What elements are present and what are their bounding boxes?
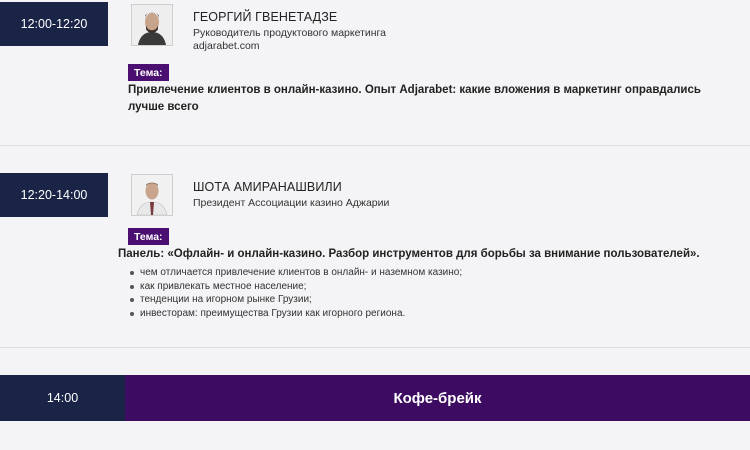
speaker-role: Президент Ассоциации казино Аджарии <box>193 197 390 209</box>
coffee-break-banner: Кофе-брейк <box>125 375 750 421</box>
list-item: как привлекать местное население; <box>130 280 462 294</box>
topic-bullet-list: чем отличается привлечение клиентов в он… <box>130 266 462 320</box>
topic-line: Привлечение клиентов в онлайн-казино. Оп… <box>128 84 701 96</box>
speaker-avatar <box>131 4 173 46</box>
divider <box>0 347 750 348</box>
avatar-photo-icon <box>132 175 172 215</box>
avatar-photo-icon <box>132 5 172 45</box>
session-time-badge: 12:20-14:00 <box>0 173 108 217</box>
topic-line: лучше всего <box>128 101 199 113</box>
list-item: чем отличается привлечение клиентов в он… <box>130 266 462 280</box>
list-item: инвесторам: преимущества Грузии как игор… <box>130 307 462 321</box>
list-item: тенденции на игорном рынке Грузии; <box>130 293 462 307</box>
speaker-name: ШОТА АМИРАНАШВИЛИ <box>193 180 342 194</box>
divider <box>0 145 750 146</box>
speaker-role: Руководитель продуктового маркетинга <box>193 27 386 39</box>
speaker-company: adjarabet.com <box>193 40 260 52</box>
break-time-badge: 14:00 <box>0 375 125 421</box>
topic-badge: Тема: <box>128 228 169 245</box>
session-time-badge: 12:00-12:20 <box>0 2 108 46</box>
speaker-name: ГЕОРГИЙ ГВЕНЕТАДЗЕ <box>193 10 338 24</box>
topic-badge: Тема: <box>128 64 169 81</box>
session-topic: Привлечение клиентов в онлайн-казино. Оп… <box>128 82 701 116</box>
speaker-avatar <box>131 174 173 216</box>
session-topic: Панель: «Офлайн- и онлайн-казино. Разбор… <box>118 248 700 260</box>
